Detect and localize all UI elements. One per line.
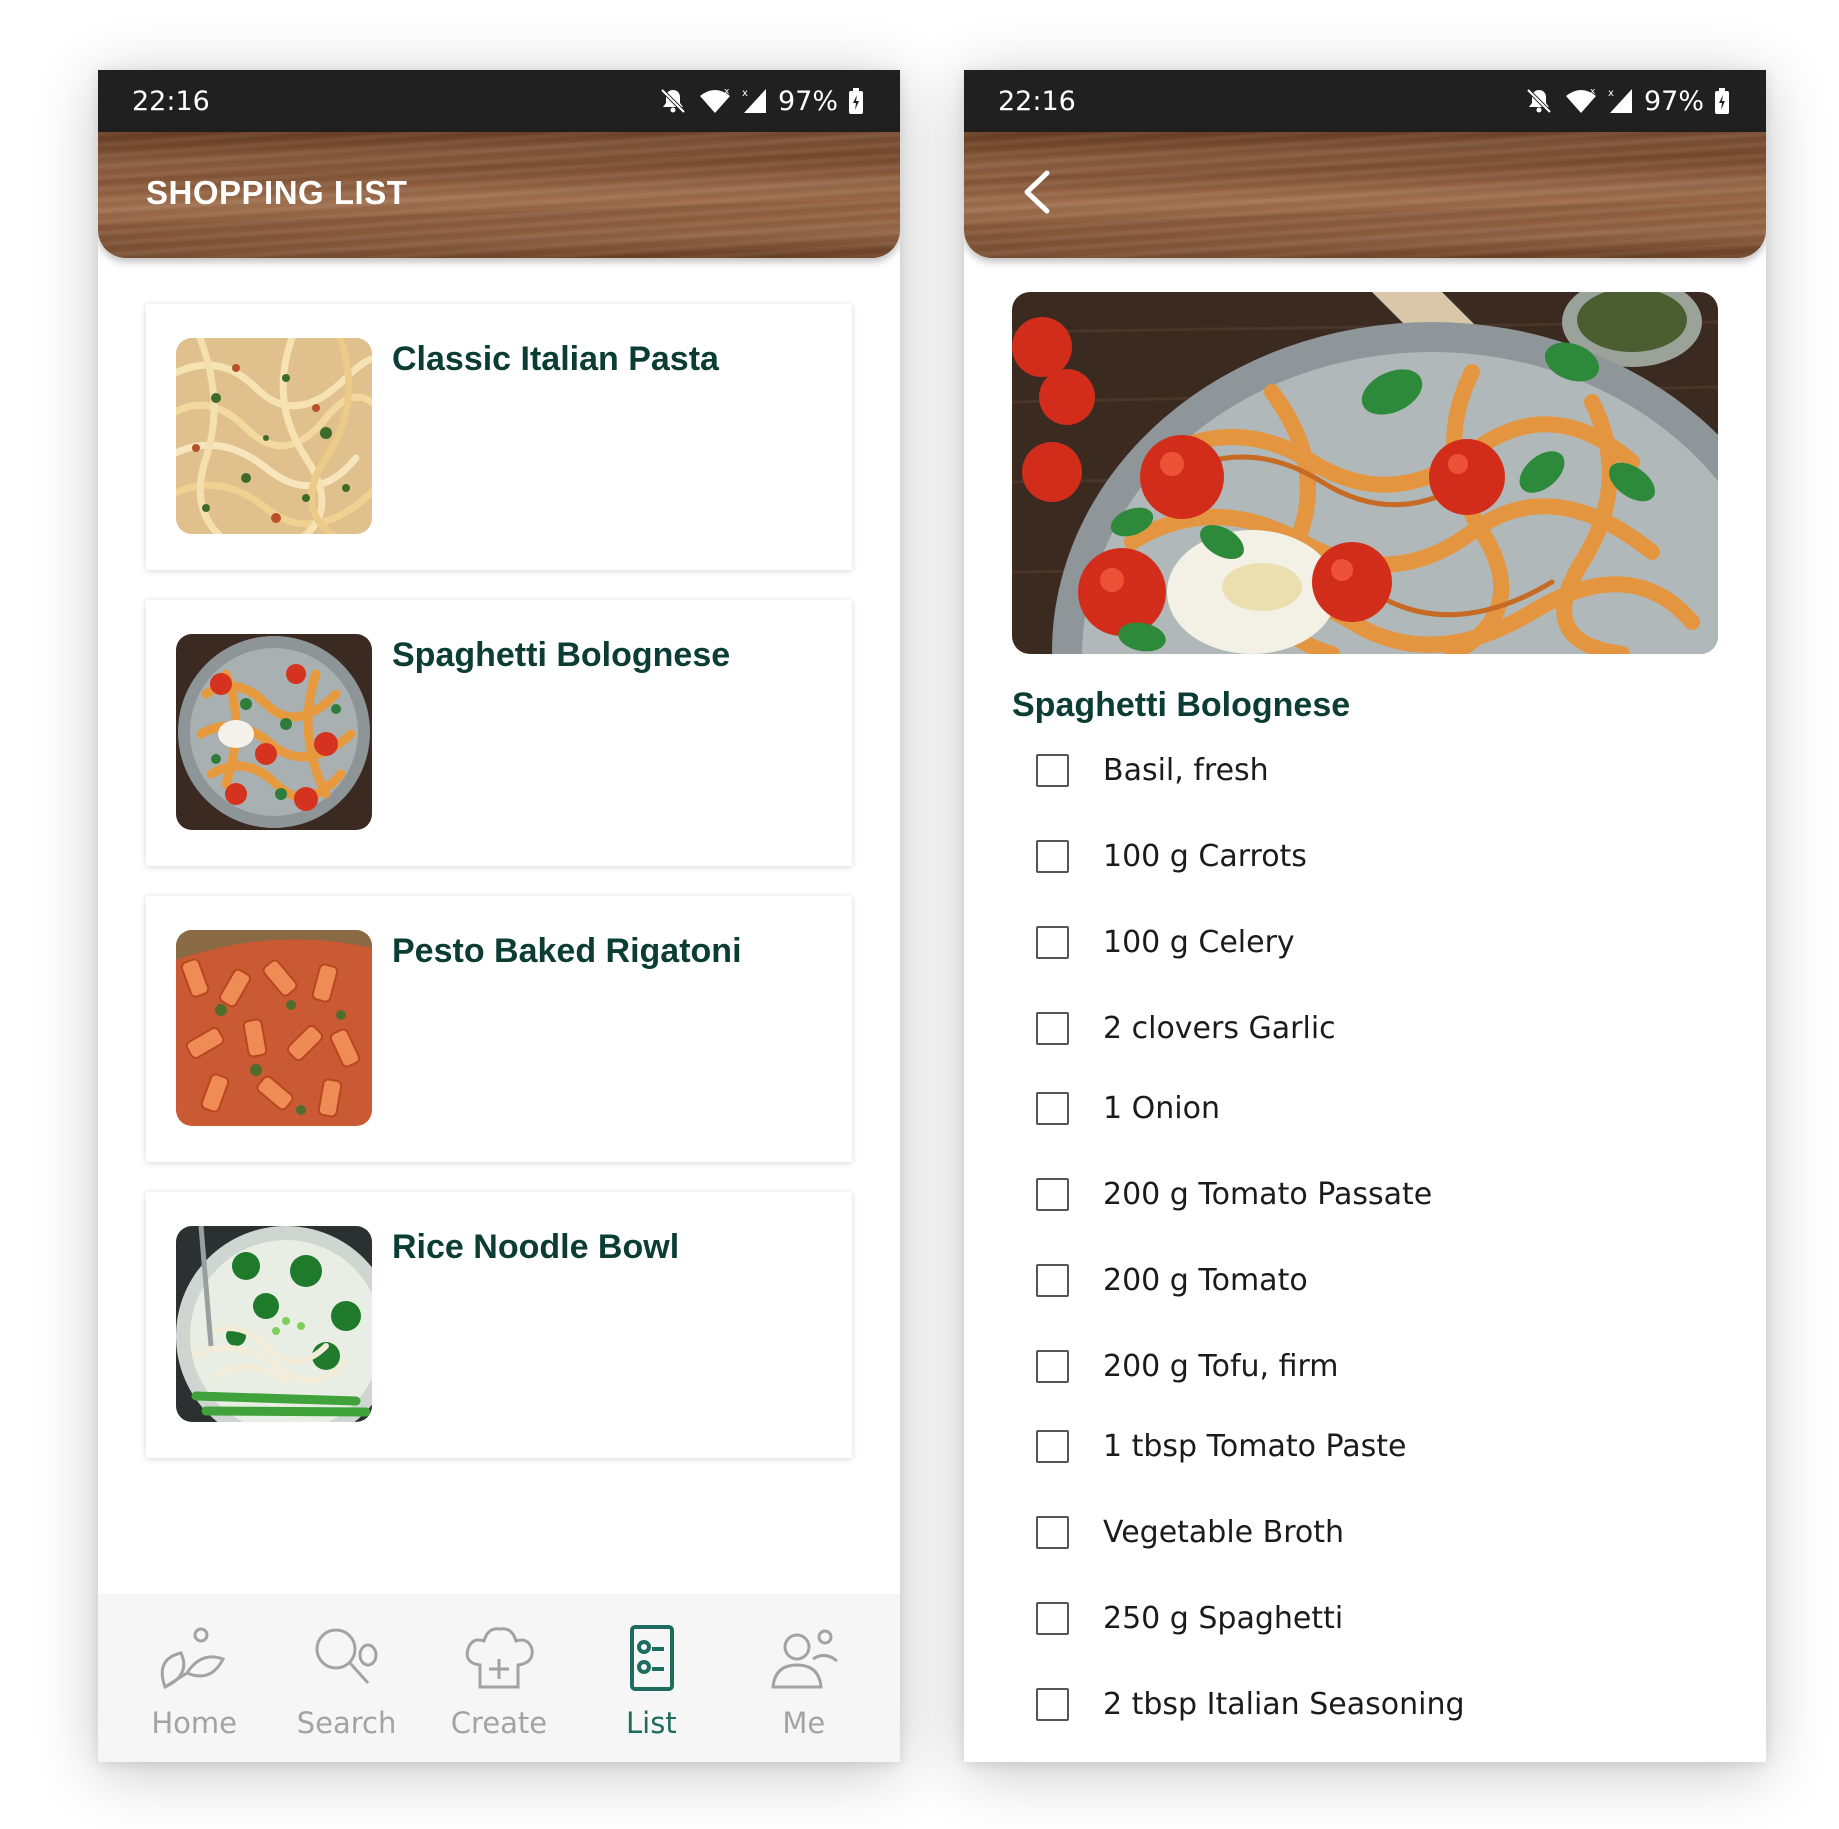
recipe-card-pesto-baked-rigatoni[interactable]: Pesto Baked Rigatoni (146, 896, 852, 1162)
recipe-card-spaghetti-bolognese[interactable]: Spaghetti Bolognese (146, 600, 852, 866)
tab-label: Search (296, 1706, 397, 1740)
status-time: 22:16 (132, 85, 210, 117)
tab-search[interactable]: Search (272, 1622, 422, 1740)
ingredient-label: 200 g Tofu, firm (1103, 1348, 1339, 1384)
header-bar (964, 132, 1766, 258)
shopping-list-screen: 22:16 x x 97% SHOPPING LIST Classic Ital… (98, 70, 900, 1762)
ingredient-checkbox[interactable] (1036, 1263, 1069, 1297)
svg-text:x: x (1608, 88, 1614, 99)
notifications-off-icon (1524, 86, 1554, 116)
ingredient-label: 100 g Carrots (1103, 838, 1307, 874)
page-title: SHOPPING LIST (146, 174, 408, 211)
status-icons: x x 97% (658, 86, 864, 117)
back-button[interactable] (1006, 162, 1066, 226)
ingredient-label: 1 tbsp Tomato Paste (1103, 1428, 1407, 1464)
ingredient-row[interactable]: 1 tbsp Tomato Paste (1036, 1426, 1716, 1466)
recipe-thumbnail (176, 1226, 372, 1422)
ingredient-checkbox[interactable] (1036, 753, 1069, 787)
status-time: 22:16 (998, 85, 1076, 117)
ingredient-label: 200 g Tomato Passate (1103, 1176, 1433, 1212)
battery-icon (848, 87, 864, 115)
tab-me[interactable]: Me (729, 1622, 879, 1740)
ingredient-label: Vegetable Broth (1103, 1514, 1345, 1550)
wifi-icon: x (1564, 86, 1598, 116)
ingredient-row[interactable]: 100 g Carrots (1036, 836, 1716, 876)
recipe-title: Pesto Baked Rigatoni (392, 932, 742, 970)
ingredient-checkbox[interactable] (1036, 1349, 1069, 1383)
status-bar: 22:16 x x 97% (964, 70, 1766, 132)
tab-label: Home (151, 1706, 237, 1740)
ingredient-label: 200 g Tomato (1103, 1262, 1308, 1298)
ingredient-checkbox[interactable] (1036, 1429, 1069, 1463)
svg-text:x: x (724, 87, 730, 97)
ingredient-checkbox[interactable] (1036, 1177, 1069, 1211)
tab-label: List (626, 1706, 677, 1740)
search-icon (310, 1622, 384, 1694)
people-icon (767, 1622, 841, 1694)
ingredient-label: Basil, fresh (1103, 752, 1269, 788)
tab-label: Me (782, 1706, 826, 1740)
tab-label: Create (450, 1706, 548, 1740)
signal-icon: x (1608, 87, 1634, 115)
tab-home[interactable]: Home (119, 1622, 269, 1740)
ingredient-row[interactable]: Basil, fresh (1036, 750, 1716, 790)
ingredient-checkbox[interactable] (1036, 1515, 1069, 1549)
ingredient-row[interactable]: 200 g Tomato Passate (1036, 1174, 1716, 1214)
recipe-card-classic-italian-pasta[interactable]: Classic Italian Pasta (146, 304, 852, 570)
status-bar: 22:16 x x 97% (98, 70, 900, 132)
signal-icon: x (742, 87, 768, 115)
battery-text: 97% (777, 85, 838, 117)
recipe-thumbnail (176, 338, 372, 534)
bottom-tab-bar: Home Search Create List Me (98, 1594, 900, 1762)
ingredient-label: 1 Onion (1103, 1090, 1220, 1126)
ingredient-row[interactable]: 100 g Celery (1036, 922, 1716, 962)
recipe-title: Spaghetti Bolognese (1012, 686, 1351, 724)
header-bar: SHOPPING LIST (98, 132, 900, 258)
tab-list[interactable]: List (576, 1622, 726, 1740)
ingredient-checkbox[interactable] (1036, 839, 1069, 873)
ingredient-checkbox[interactable] (1036, 1687, 1069, 1721)
tab-create[interactable]: Create (424, 1622, 574, 1740)
svg-text:x: x (1590, 87, 1596, 97)
ingredient-row[interactable]: 250 g Spaghetti (1036, 1598, 1716, 1638)
chevron-left-icon (1019, 169, 1053, 220)
battery-text: 97% (1643, 85, 1704, 117)
ingredient-checkbox[interactable] (1036, 925, 1069, 959)
ingredient-label: 250 g Spaghetti (1103, 1600, 1344, 1636)
notifications-off-icon (658, 86, 688, 116)
recipe-card-rice-noodle-bowl[interactable]: Rice Noodle Bowl (146, 1192, 852, 1458)
ingredient-row[interactable]: Vegetable Broth (1036, 1512, 1716, 1552)
ingredient-checkbox[interactable] (1036, 1601, 1069, 1635)
ingredient-row[interactable]: 200 g Tofu, firm (1036, 1346, 1716, 1386)
wifi-icon: x (698, 86, 732, 116)
recipe-thumbnail (176, 634, 372, 830)
ingredient-row[interactable]: 200 g Tomato (1036, 1260, 1716, 1300)
checklist-icon (614, 1622, 688, 1694)
battery-icon (1714, 87, 1730, 115)
recipe-title: Rice Noodle Bowl (392, 1228, 680, 1266)
leaves-icon (157, 1622, 231, 1694)
ingredient-row[interactable]: 2 tbsp Italian Seasoning (1036, 1684, 1716, 1724)
svg-text:x: x (742, 88, 748, 99)
ingredient-label: 2 tbsp Italian Seasoning (1103, 1686, 1465, 1722)
ingredient-row[interactable]: 2 clovers Garlic (1036, 1008, 1716, 1048)
ingredient-checkbox[interactable] (1036, 1091, 1069, 1125)
ingredient-label: 2 clovers Garlic (1103, 1010, 1336, 1046)
status-icons: x x 97% (1524, 86, 1730, 117)
chef-hat-plus-icon (462, 1622, 536, 1694)
recipe-hero-image (1012, 292, 1718, 654)
ingredient-label: 100 g Celery (1103, 924, 1295, 960)
ingredient-checkbox[interactable] (1036, 1011, 1069, 1045)
recipe-title: Spaghetti Bolognese (392, 636, 731, 674)
ingredient-row[interactable]: 1 Onion (1036, 1088, 1716, 1128)
recipe-detail-screen: 22:16 x x 97% Spaghetti Bolognese Basil,… (964, 70, 1766, 1762)
recipe-title: Classic Italian Pasta (392, 340, 719, 378)
recipe-thumbnail (176, 930, 372, 1126)
